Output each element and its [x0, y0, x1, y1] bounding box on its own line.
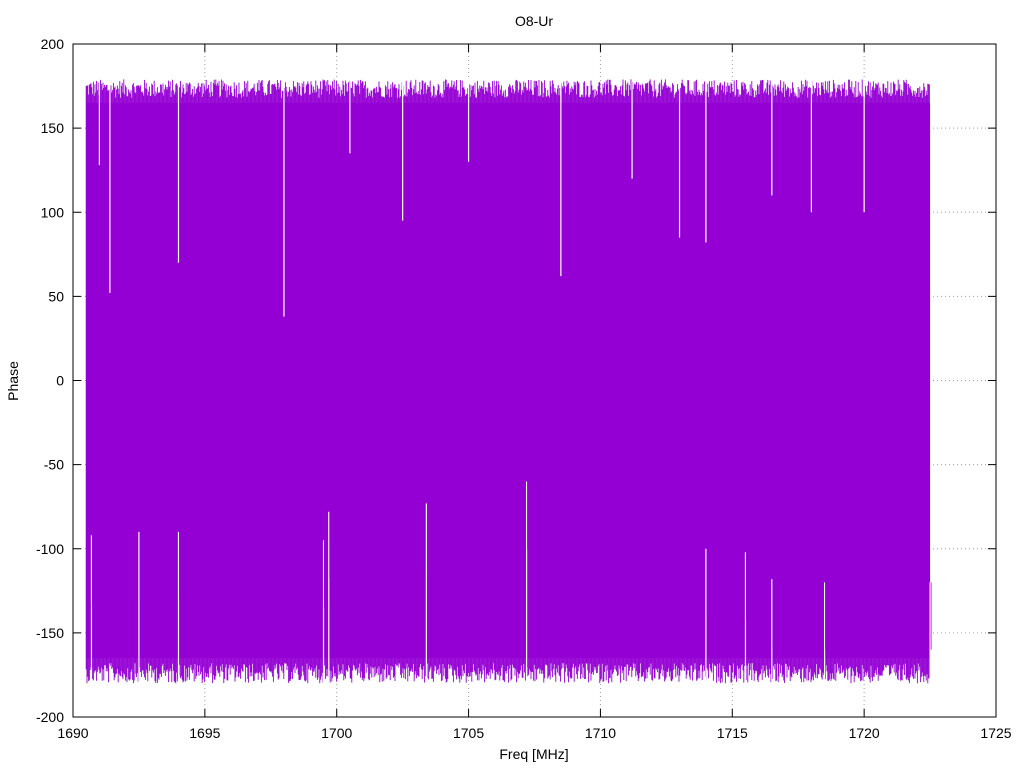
y-tick-label: 150 — [41, 120, 65, 136]
phase-chart: 1690 1695 1700 1705 1710 1715 1720 1725 -200 -15… — [0, 0, 1024, 768]
data-series-spikes — [85, 77, 932, 684]
y-tick-label: 100 — [41, 204, 65, 220]
x-tick-label: 1700 — [321, 725, 352, 741]
y-tick-label: -50 — [44, 457, 64, 473]
x-tick-label: 1725 — [980, 725, 1011, 741]
x-axis-label: Freq [MHz] — [499, 746, 568, 762]
x-tick-label: 1720 — [849, 725, 880, 741]
x-tick-label: 1710 — [585, 725, 616, 741]
x-tick-label: 1715 — [717, 725, 748, 741]
y-axis-label: Phase — [5, 361, 21, 401]
x-tick-label: 1705 — [453, 725, 484, 741]
x-tick-label: 1695 — [189, 725, 220, 741]
y-tick-label: 0 — [56, 373, 64, 389]
y-tick-label: -100 — [36, 541, 64, 557]
x-tick-label: 1690 — [57, 725, 88, 741]
y-tick-label: 200 — [41, 36, 65, 52]
y-tick-label: -200 — [36, 709, 64, 725]
y-tick-label: 50 — [48, 288, 64, 304]
y-tick-label: -150 — [36, 625, 64, 641]
chart-title: O8-Ur — [515, 13, 553, 29]
